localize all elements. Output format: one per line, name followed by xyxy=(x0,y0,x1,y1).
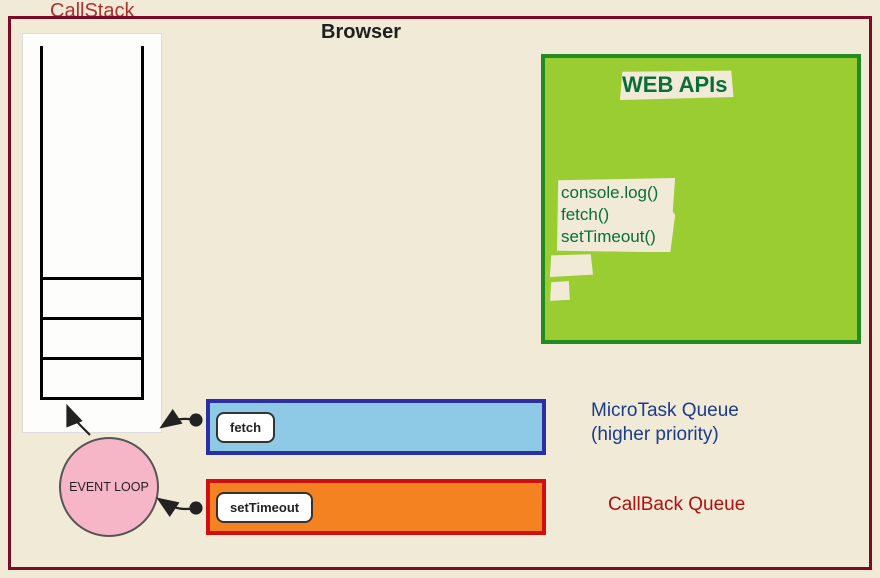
microtask-item: fetch xyxy=(216,412,275,443)
callback-queue: setTimeout xyxy=(206,479,546,535)
callstack-box xyxy=(22,33,162,433)
eraser-mark xyxy=(549,253,593,277)
browser-container: Browser WEB APIs console.log() fetch() s… xyxy=(8,16,872,570)
web-apis-title: WEB APIs xyxy=(620,70,734,100)
web-api-item: setTimeout() xyxy=(561,226,658,248)
microtask-queue: fetch xyxy=(206,399,546,455)
event-loop: EVENT LOOP xyxy=(59,437,159,537)
stack-slot xyxy=(43,277,141,317)
stack-slot xyxy=(43,317,141,357)
event-loop-label: EVENT LOOP xyxy=(69,480,149,494)
callback-item: setTimeout xyxy=(216,492,313,523)
stack-slot xyxy=(43,237,141,277)
eraser-mark xyxy=(549,280,571,302)
microtask-queue-label: MicroTask Queue (higher priority) xyxy=(591,399,739,447)
web-apis-list: console.log() fetch() setTimeout() xyxy=(557,178,676,252)
web-api-item: console.log() xyxy=(561,182,658,204)
callback-queue-label: CallBack Queue xyxy=(608,494,745,516)
stack-slot xyxy=(43,357,141,397)
browser-label: Browser xyxy=(321,21,401,44)
web-apis-box: WEB APIs console.log() fetch() setTimeou… xyxy=(541,54,861,344)
web-api-item: fetch() xyxy=(561,204,658,226)
callstack xyxy=(40,46,144,400)
